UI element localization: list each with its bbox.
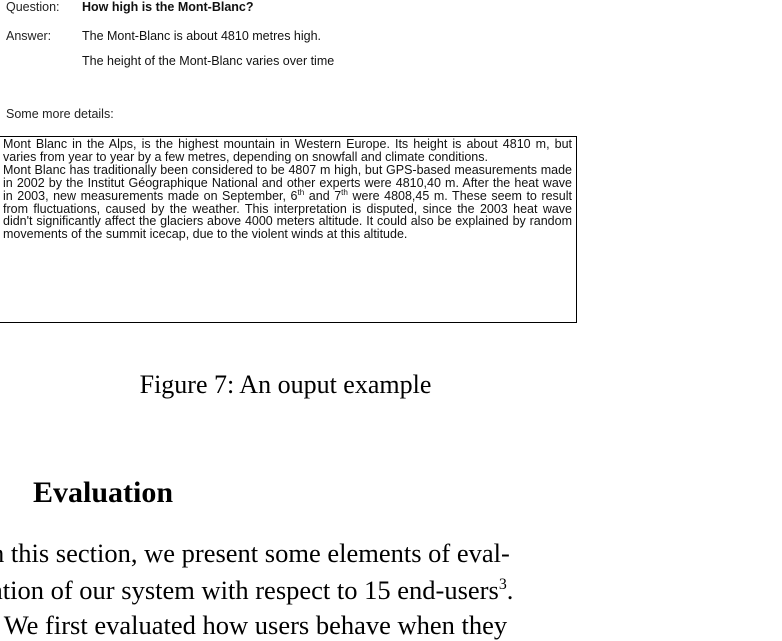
figure-caption: Figure 7: An ouput example: [139, 370, 432, 399]
body-line-2: ation of our system with respect to 15 e…: [0, 575, 513, 606]
section-heading: Evaluation: [33, 476, 174, 509]
body-line-1: n this section, we present some elements…: [0, 538, 510, 568]
details-paragraph-2: Mont Blanc has traditionally been consid…: [3, 163, 572, 241]
details-box: Mont Blanc in the Alps, is the highest m…: [0, 136, 577, 323]
answer-line-2: The height of the Mont-Blanc varies over…: [82, 54, 335, 68]
ordinal-suffix: th: [341, 187, 348, 197]
question-label: Question:: [6, 0, 60, 14]
answer-line-1: The Mont-Blanc is about 4810 metres high…: [82, 29, 322, 43]
body-text: .: [506, 575, 514, 605]
details-text: and 7: [304, 188, 342, 203]
footnote-marker[interactable]: 3: [499, 576, 507, 593]
details-paragraph-1: Mont Blanc in the Alps, is the highest m…: [3, 137, 572, 164]
answer-label: Answer:: [6, 29, 52, 43]
body-text: ation of our system with respect to 15 e…: [0, 575, 499, 605]
details-heading: Some more details:: [6, 107, 114, 121]
question-text: How high is the Mont-Blanc?: [82, 0, 254, 14]
